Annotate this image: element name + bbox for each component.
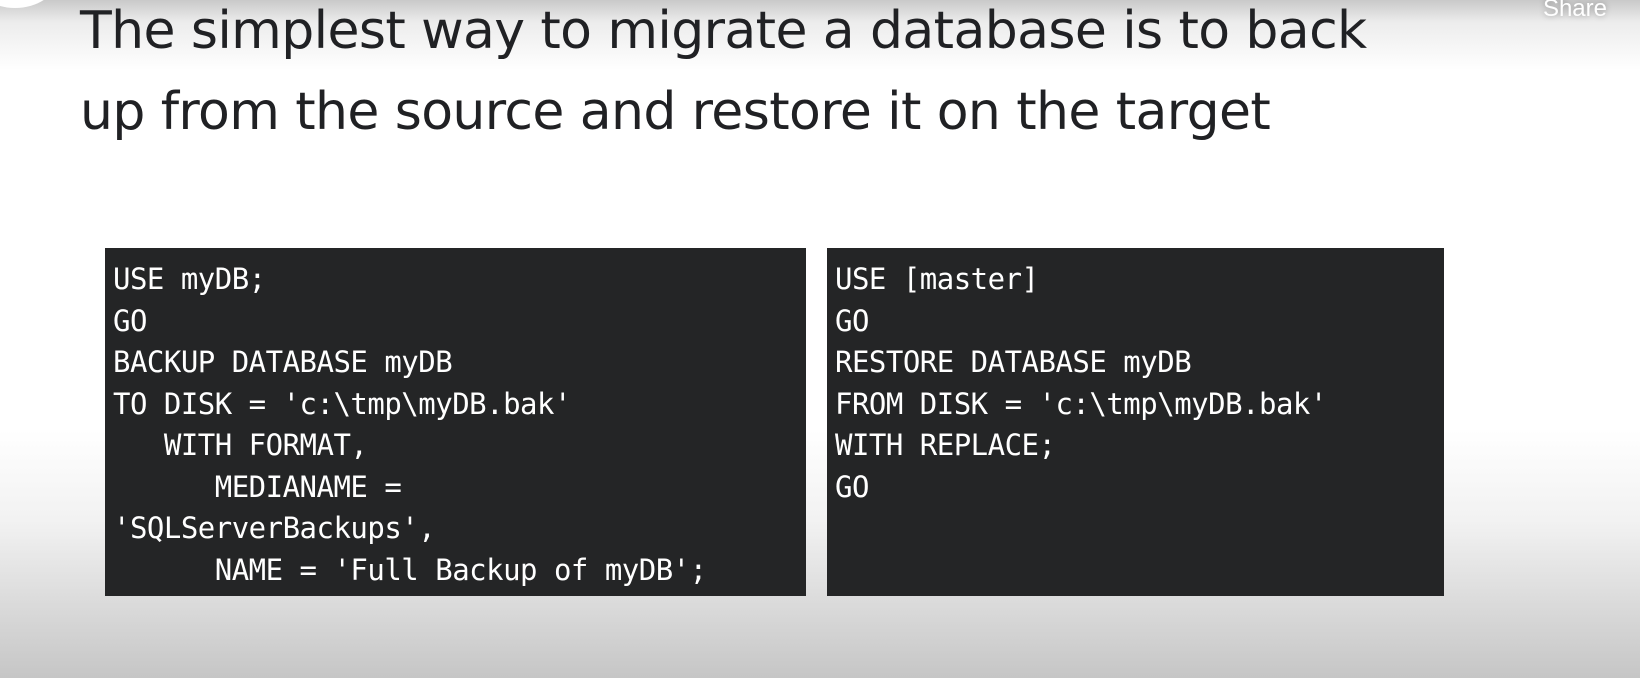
share-button[interactable]: Share [1543, 0, 1607, 22]
restore-sql-code-block: USE [master] GO RESTORE DATABASE myDB FR… [827, 248, 1444, 596]
backup-sql-code-block: USE myDB; GO BACKUP DATABASE myDB TO DIS… [105, 248, 806, 596]
slide-title: The simplest way to migrate a database i… [80, 1, 1367, 142]
channel-avatar[interactable] [0, 0, 56, 8]
